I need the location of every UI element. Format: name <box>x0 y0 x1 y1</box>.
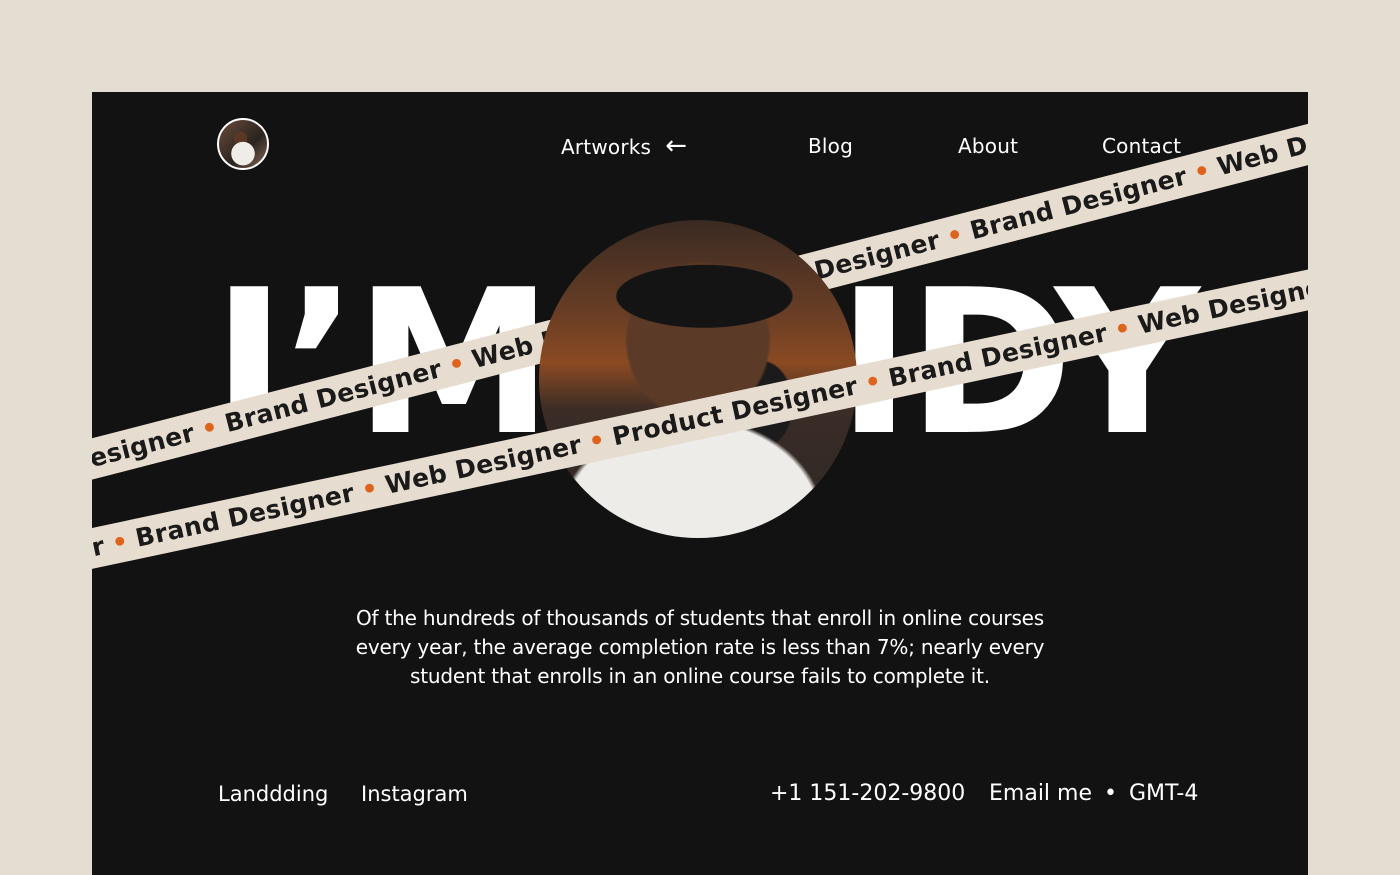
separator-dot: • <box>1104 781 1117 806</box>
nav-blog[interactable]: Blog <box>808 132 853 162</box>
ribbon-dot: • <box>1190 155 1214 188</box>
description-text: Of the hundreds of thousands of students… <box>355 606 1045 688</box>
ribbon-dot: • <box>358 473 381 505</box>
ribbon-dot: • <box>586 424 608 457</box>
email-timezone-group: Email me • GMT-4 <box>989 780 1198 808</box>
footer-link-instagram[interactable]: Instagram <box>361 780 468 808</box>
avatar-logo[interactable] <box>217 118 269 170</box>
footer-link-landdding[interactable]: Landdding <box>218 780 328 808</box>
nav-artworks[interactable]: Artworks ← <box>561 132 687 162</box>
hero-frame: Artworks ← Blog About Contact I’M IDY uc… <box>92 92 1308 875</box>
ribbon-dot: • <box>198 411 222 445</box>
email-link[interactable]: Email me <box>989 780 1092 808</box>
nav-artworks-label: Artworks <box>561 135 652 159</box>
ribbon-dot: • <box>862 366 885 398</box>
ribbon-dot: • <box>109 526 132 558</box>
ribbon-dot: • <box>445 348 469 381</box>
ribbon-dot: • <box>943 219 967 252</box>
nav-about[interactable]: About <box>958 132 1018 162</box>
phone-number[interactable]: +1 151-202-9800 <box>770 780 965 808</box>
nav-contact[interactable]: Contact <box>1102 132 1181 162</box>
arrow-left-icon: ← <box>665 130 688 161</box>
ribbon-dot: • <box>1111 312 1134 345</box>
timezone-label: GMT-4 <box>1128 781 1199 806</box>
